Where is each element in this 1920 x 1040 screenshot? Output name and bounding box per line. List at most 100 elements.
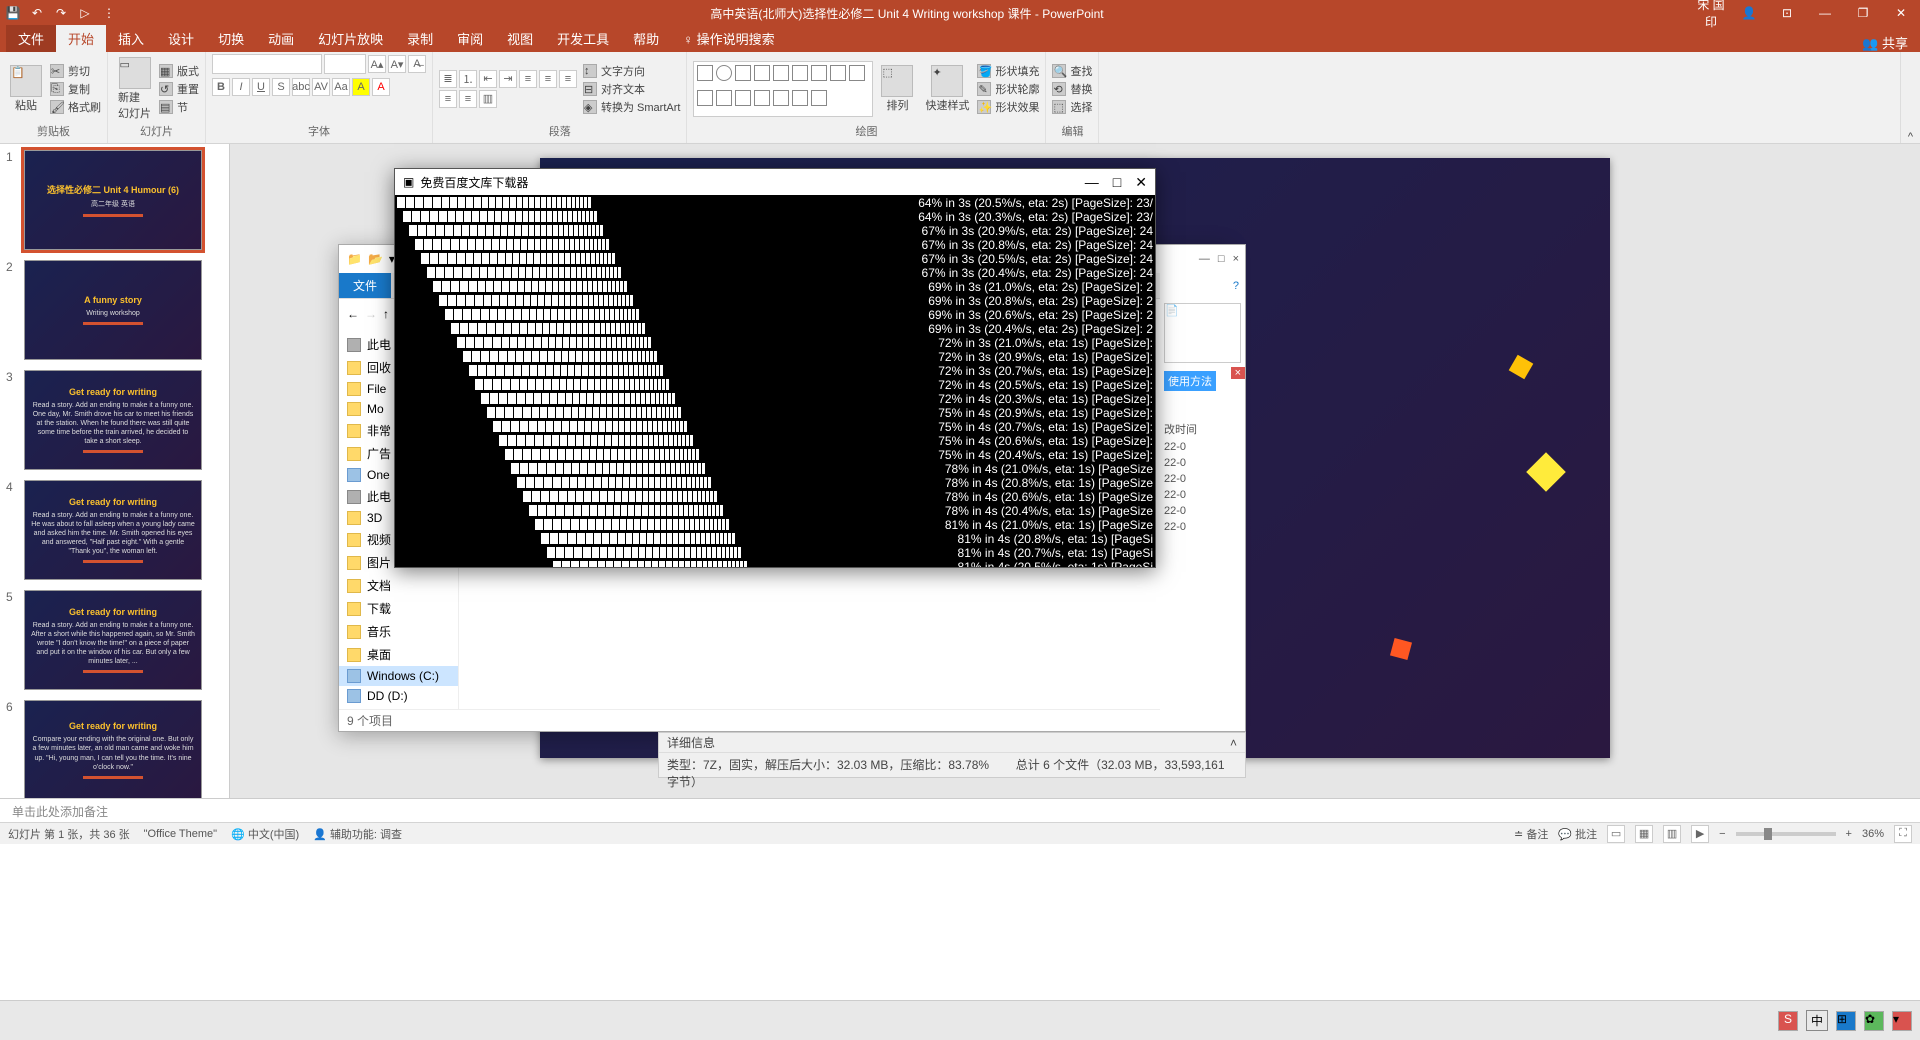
text-direction-button[interactable]: ↕文字方向: [583, 63, 680, 79]
zoom-slider[interactable]: [1736, 832, 1836, 836]
save-icon[interactable]: 💾: [4, 4, 22, 22]
clear-format-icon[interactable]: A̶: [408, 55, 426, 73]
tree-item[interactable]: 下载: [339, 597, 458, 620]
italic-icon[interactable]: I: [232, 78, 250, 96]
help-icon[interactable]: ?: [1233, 280, 1239, 292]
undo-icon[interactable]: ↶: [28, 4, 46, 22]
maximize-icon[interactable]: ❐: [1848, 6, 1878, 20]
reading-view-icon[interactable]: ▥: [1663, 825, 1681, 843]
shape-effects-button[interactable]: ✨形状效果: [977, 99, 1039, 115]
slide-thumbnail[interactable]: Get ready for writing Read a story. Add …: [24, 370, 202, 470]
tree-item[interactable]: 音乐: [339, 620, 458, 643]
find-button[interactable]: 🔍查找: [1052, 63, 1092, 79]
align-left-icon[interactable]: ≡: [539, 70, 557, 88]
new-slide-button[interactable]: ▭新建 幻灯片: [114, 55, 155, 123]
back-icon[interactable]: ←: [347, 307, 359, 321]
format-painter-button[interactable]: 🖌格式刷: [50, 99, 101, 115]
tab-devtools[interactable]: 开发工具: [545, 25, 621, 52]
explorer-file-tab[interactable]: 文件: [339, 273, 391, 298]
slide-counter[interactable]: 幻灯片 第 1 张，共 36 张: [8, 826, 130, 842]
tree-item[interactable]: DD (D:): [339, 686, 458, 706]
maximize-icon[interactable]: □: [1113, 174, 1121, 191]
align-right-icon[interactable]: ≡: [439, 90, 457, 108]
align-text-button[interactable]: ⊟对齐文本: [583, 81, 680, 97]
reset-button[interactable]: ↺重置: [159, 81, 199, 97]
shape-fill-button[interactable]: 🪣形状填充: [977, 63, 1039, 79]
console-titlebar[interactable]: ▣ 免费百度文库下载器 — □ ✕: [395, 169, 1155, 195]
tab-help[interactable]: 帮助: [621, 25, 671, 52]
align-center-icon[interactable]: ≡: [559, 70, 577, 88]
copy-button[interactable]: ⎘复制: [50, 81, 101, 97]
user-label[interactable]: 宋 国印: [1696, 0, 1726, 30]
redo-icon[interactable]: ↷: [52, 4, 70, 22]
quick-styles-button[interactable]: ✦快速样式: [921, 63, 973, 115]
justify-icon[interactable]: ≡: [459, 90, 477, 108]
highlight-icon[interactable]: A: [352, 78, 370, 96]
close-icon[interactable]: ✕: [1886, 6, 1916, 20]
slide-thumbnails-panel[interactable]: 1 选择性必修二 Unit 4 Humour (6) 高二年级 英语 2 A f…: [0, 144, 230, 798]
shapes-gallery[interactable]: [693, 61, 873, 117]
fit-icon[interactable]: ⛶: [1894, 825, 1912, 843]
replace-button[interactable]: ⟲替换: [1052, 81, 1092, 97]
normal-view-icon[interactable]: ▭: [1607, 825, 1625, 843]
tray-icon[interactable]: ✿: [1864, 1011, 1884, 1031]
smartart-button[interactable]: ◈转换为 SmartArt: [583, 99, 680, 115]
tab-view[interactable]: 视图: [495, 25, 545, 52]
details-header[interactable]: 详细信息: [667, 734, 715, 751]
tab-animations[interactable]: 动画: [256, 25, 306, 52]
paste-button[interactable]: 📋粘贴: [6, 63, 46, 115]
lang-label[interactable]: 🌐 中文(中国): [231, 826, 299, 842]
bold-icon[interactable]: B: [212, 78, 230, 96]
slideshow-view-icon[interactable]: ▶: [1691, 825, 1709, 843]
maximize-icon[interactable]: □: [1218, 253, 1225, 265]
tab-transitions[interactable]: 切换: [206, 25, 256, 52]
case-icon[interactable]: Aa: [332, 78, 350, 96]
bullets-icon[interactable]: ≣: [439, 70, 457, 88]
spacing-icon[interactable]: AV: [312, 78, 330, 96]
indent-right-icon[interactable]: ⇥: [499, 70, 517, 88]
ime-lang-button[interactable]: 中: [1806, 1010, 1828, 1031]
increase-font-icon[interactable]: A▴: [368, 55, 386, 73]
slide-thumbnail[interactable]: A funny story Writing workshop: [24, 260, 202, 360]
tree-item[interactable]: 文档: [339, 574, 458, 597]
ribbon-collapse-icon[interactable]: ^: [1900, 52, 1920, 143]
slide-thumbnail[interactable]: Get ready for writing Read a story. Add …: [24, 480, 202, 580]
tab-file[interactable]: 文件: [6, 25, 56, 52]
console-output[interactable]: 64% in 3s (20.5%/s, eta: 2s) [PageSize]:…: [395, 195, 1155, 567]
arrange-button[interactable]: ⬚排列: [877, 63, 917, 115]
font-size-input[interactable]: [324, 54, 366, 74]
section-button[interactable]: ▤节: [159, 99, 199, 115]
tree-item[interactable]: Windows (C:): [339, 666, 458, 686]
strike-icon[interactable]: S: [272, 78, 290, 96]
close-icon[interactable]: ✕: [1135, 174, 1147, 191]
font-color-icon[interactable]: A: [372, 78, 390, 96]
shadow-icon[interactable]: abc: [292, 78, 310, 96]
tab-home[interactable]: 开始: [56, 25, 106, 52]
sorter-view-icon[interactable]: ▦: [1635, 825, 1653, 843]
ime-s-icon[interactable]: S: [1778, 1011, 1798, 1031]
numbering-icon[interactable]: ⒈: [459, 70, 477, 88]
indent-left-icon[interactable]: ⇤: [479, 70, 497, 88]
user-avatar-icon[interactable]: 👤: [1734, 6, 1764, 20]
zoom-in-icon[interactable]: +: [1846, 828, 1852, 840]
collapse-icon[interactable]: ˄: [1230, 736, 1237, 750]
tree-item[interactable]: 桌面: [339, 643, 458, 666]
accessibility-label[interactable]: 👤 辅助功能: 调查: [313, 826, 402, 842]
notes-button[interactable]: ≐ 备注: [1514, 826, 1548, 842]
columns-icon[interactable]: ▥: [479, 90, 497, 108]
shape-outline-button[interactable]: ✎形状轮廓: [977, 81, 1039, 97]
layout-button[interactable]: ▦版式: [159, 63, 199, 79]
touch-icon[interactable]: ⋮: [100, 4, 118, 22]
minimize-icon[interactable]: —: [1085, 174, 1099, 191]
up-icon[interactable]: ↑: [383, 307, 389, 321]
comments-button[interactable]: 💬 批注: [1558, 826, 1597, 842]
slide-thumbnail[interactable]: Get ready for writing Read a story. Add …: [24, 590, 202, 690]
tab-insert[interactable]: 插入: [106, 25, 156, 52]
tag-close-icon[interactable]: ×: [1231, 367, 1245, 379]
minimize-icon[interactable]: —: [1199, 253, 1210, 265]
usage-tag[interactable]: 使用方法: [1164, 371, 1216, 391]
tray-icon[interactable]: ⊞: [1836, 1011, 1856, 1031]
line-spacing-icon[interactable]: ≡: [519, 70, 537, 88]
tab-design[interactable]: 设计: [156, 25, 206, 52]
start-icon[interactable]: ▷: [76, 4, 94, 22]
